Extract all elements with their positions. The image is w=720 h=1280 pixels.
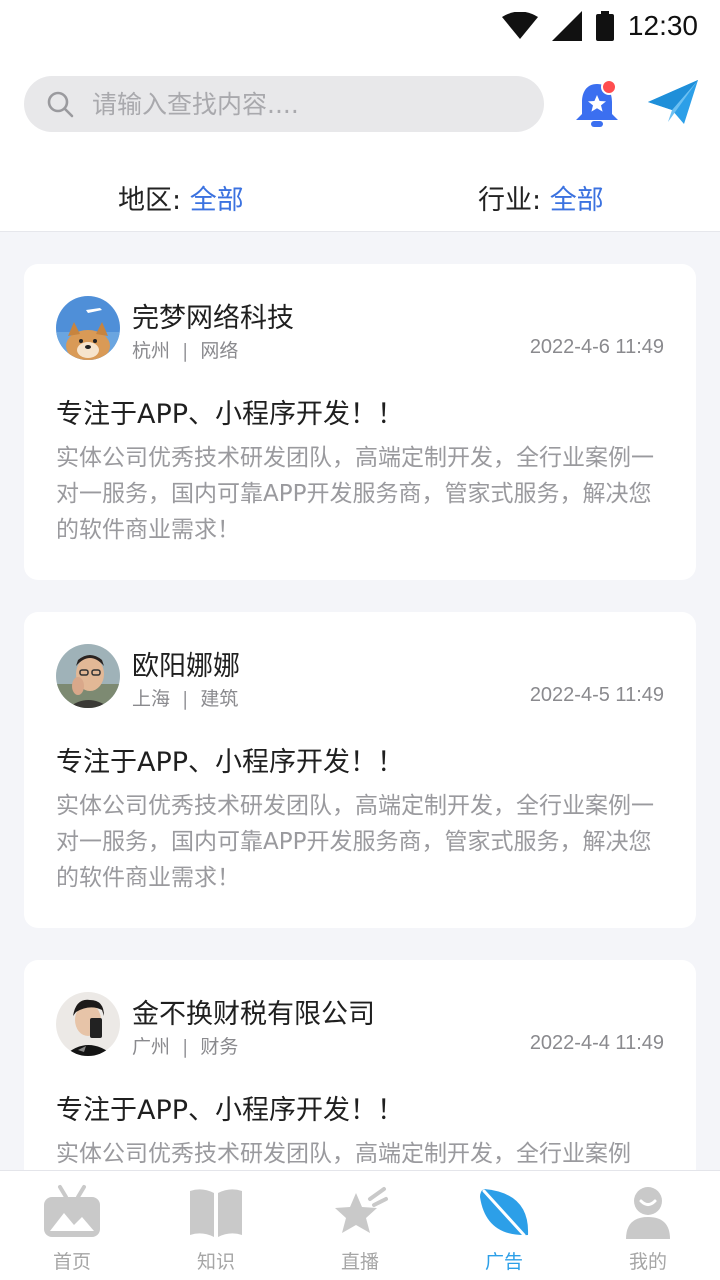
status-time: 12:30 <box>627 10 698 41</box>
wifi-icon <box>501 12 538 39</box>
tab-label: 我的 <box>628 1251 667 1273</box>
battery-icon <box>595 11 614 41</box>
company-name: 欧阳娜娜 <box>132 651 240 682</box>
post-card[interactable]: 欧阳娜娜 上海 | 建筑 2022-4-5 11:49 专注于APP、小程序开发！！… <box>24 612 696 928</box>
city: 杭州 <box>132 340 171 362</box>
meta-separator: | <box>182 1036 189 1058</box>
avatar[interactable] <box>56 644 120 708</box>
post-date: 2022-4-5 11:49 <box>529 684 664 706</box>
industry: 建筑 <box>200 688 239 710</box>
tab-ads[interactable]: 广告 <box>432 1171 576 1280</box>
post-meta: 杭州 | 网络 <box>132 336 238 363</box>
home-tv-icon <box>44 1185 100 1237</box>
avatar[interactable] <box>56 296 120 360</box>
leaf-icon <box>480 1189 529 1237</box>
avatar[interactable] <box>56 992 120 1056</box>
region-filter[interactable]: 地区: 全部 <box>118 178 244 217</box>
company-name: 金不换财税有限公司 <box>132 999 375 1030</box>
post-meta: 广州 | 财务 <box>132 1032 238 1059</box>
status-bar: 12:30 <box>0 0 720 52</box>
tab-home[interactable]: 首页 <box>0 1171 144 1280</box>
signal-icon <box>551 11 582 41</box>
post-headline: 专注于APP、小程序开发！！ <box>56 399 405 430</box>
header: 地区: 全部 行业: 全部 <box>0 52 720 232</box>
post-card[interactable]: 完梦网络科技 杭州 | 网络 2022-4-6 11:49 专注于APP、小程序开发… <box>24 264 696 580</box>
post-description: 实体公司优秀技术研发团队，高端定制开发，全行业案例 <box>56 1141 631 1167</box>
user-icon <box>626 1187 670 1239</box>
post-description: 实体公司优秀技术研发团队，高端定制开发，全行业案例一对一服务，国内可靠APP开发… <box>56 445 654 543</box>
tab-mine[interactable]: 我的 <box>576 1171 720 1280</box>
industry-filter[interactable]: 行业: 全部 <box>478 178 604 217</box>
book-icon <box>190 1189 242 1237</box>
search-bar[interactable] <box>24 76 544 132</box>
city: 上海 <box>132 688 171 710</box>
post-description: 实体公司优秀技术研发团队，高端定制开发，全行业案例一对一服务，国内可靠APP开发… <box>56 793 654 891</box>
company-name: 完梦网络科技 <box>132 303 294 334</box>
industry: 网络 <box>200 340 239 362</box>
tab-label: 广告 <box>484 1251 523 1273</box>
star-live-icon <box>335 1187 388 1233</box>
notification-bell-icon[interactable] <box>572 78 622 130</box>
industry-filter-value[interactable]: 全部 <box>550 185 604 216</box>
region-filter-value[interactable]: 全部 <box>190 185 244 216</box>
post-meta: 上海 | 建筑 <box>132 684 238 711</box>
post-date: 2022-4-6 11:49 <box>529 336 664 358</box>
meta-separator: | <box>182 688 189 710</box>
send-plane-icon[interactable] <box>646 76 700 130</box>
industry: 财务 <box>200 1036 239 1058</box>
region-filter-label: 地区: <box>118 185 190 216</box>
post-headline: 专注于APP、小程序开发！！ <box>56 747 405 778</box>
tab-label: 直播 <box>340 1251 379 1273</box>
industry-filter-label: 行业: <box>478 185 550 216</box>
search-icon <box>47 91 74 118</box>
city: 广州 <box>132 1036 171 1058</box>
meta-separator: | <box>182 340 189 362</box>
bottom-tab-bar: 首页 知识 直播 广告 我的 <box>0 1170 720 1280</box>
tab-label: 知识 <box>196 1251 235 1273</box>
tab-label: 首页 <box>52 1251 91 1273</box>
post-date: 2022-4-4 11:49 <box>529 1032 664 1054</box>
search-input[interactable] <box>92 89 492 119</box>
post-headline: 专注于APP、小程序开发！！ <box>56 1095 405 1126</box>
tab-knowledge[interactable]: 知识 <box>144 1171 288 1280</box>
tab-live[interactable]: 直播 <box>288 1171 432 1280</box>
